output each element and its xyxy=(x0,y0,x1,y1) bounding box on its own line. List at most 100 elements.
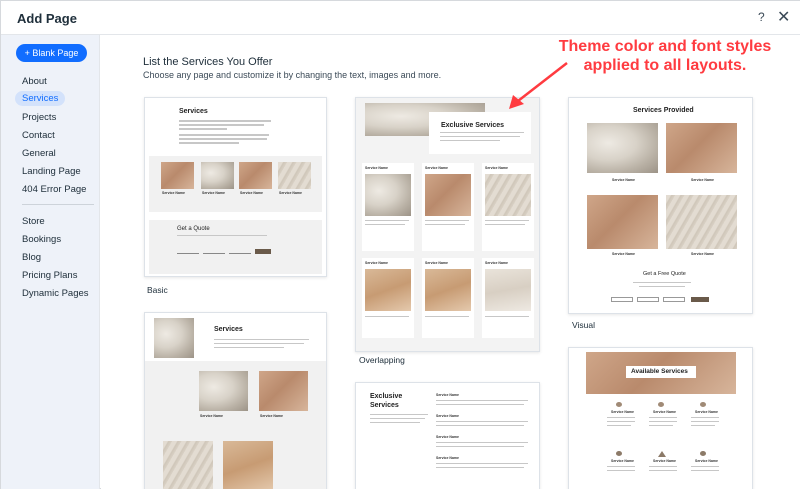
text-line xyxy=(370,414,428,415)
text-line xyxy=(607,470,635,471)
service-image xyxy=(223,441,273,489)
help-icon[interactable]: ? xyxy=(758,10,765,24)
template-label-visual[interactable]: Visual xyxy=(572,320,595,330)
text-line xyxy=(214,339,309,340)
text-line xyxy=(639,286,685,287)
quote-title: Get a Free Quote xyxy=(643,271,686,277)
service-image xyxy=(485,269,531,311)
text-line xyxy=(485,316,529,317)
sidebar-item-blog[interactable]: Blog xyxy=(15,250,48,265)
text-line xyxy=(649,470,677,471)
form-field xyxy=(229,253,251,254)
text-line xyxy=(607,417,635,418)
text-line xyxy=(633,282,691,283)
text-line xyxy=(691,470,719,471)
text-line xyxy=(607,466,635,467)
template-card-basic[interactable]: Services Service Name Service Name Servi… xyxy=(144,97,327,277)
text-line xyxy=(436,463,528,464)
quote-section xyxy=(149,220,322,274)
text-line xyxy=(691,466,719,467)
text-line xyxy=(179,134,269,136)
service-image xyxy=(239,162,272,189)
sidebar-item-contact[interactable]: Contact xyxy=(15,128,62,143)
service-image xyxy=(485,174,531,216)
template-title-line2: Services xyxy=(370,402,399,409)
template-card-visual[interactable]: Services Provided Service Name Service N… xyxy=(568,97,753,314)
service-name-caption: Service Name xyxy=(436,435,459,439)
service-name-caption: Service Name xyxy=(695,459,718,463)
service-name-caption: Service Name xyxy=(691,178,714,182)
service-name-caption: Service Name xyxy=(612,252,635,256)
service-icon xyxy=(700,451,706,456)
text-line xyxy=(436,400,528,401)
sidebar-item-bookings[interactable]: Bookings xyxy=(15,232,68,247)
service-name-caption: Service Name xyxy=(365,166,388,170)
sidebar-item-dynamic-pages[interactable]: Dynamic Pages xyxy=(15,286,96,301)
text-line xyxy=(607,425,631,426)
service-name-caption: Service Name xyxy=(695,410,718,414)
text-line xyxy=(436,446,524,447)
text-line xyxy=(691,425,715,426)
template-title: Available Services xyxy=(631,368,688,375)
service-name-caption: Service Name xyxy=(612,178,635,182)
blank-page-button[interactable]: + Blank Page xyxy=(16,44,87,62)
service-name-caption: Service Name xyxy=(425,261,448,265)
service-image xyxy=(666,195,737,249)
service-image xyxy=(161,162,194,189)
sidebar-item-404-error-page[interactable]: 404 Error Page xyxy=(15,182,93,197)
sidebar-item-landing-page[interactable]: Landing Page xyxy=(15,164,88,179)
text-line xyxy=(179,128,227,130)
text-line xyxy=(370,418,425,419)
text-line xyxy=(691,417,719,418)
annotation-line-2: applied to all layouts. xyxy=(583,57,747,74)
main-panel: List the Services You Offer Choose any p… xyxy=(101,35,800,489)
text-line xyxy=(440,132,524,133)
text-line xyxy=(436,467,524,468)
sidebar-item-services[interactable]: Services xyxy=(15,91,66,106)
form-field xyxy=(637,297,659,302)
text-line xyxy=(365,220,409,221)
service-name-caption: Service Name xyxy=(260,414,283,418)
service-image xyxy=(365,174,411,216)
service-name-caption: Service Name xyxy=(200,414,223,418)
template-card-overlapping[interactable]: Exclusive Services Service Name Service … xyxy=(355,97,540,352)
close-icon[interactable]: ✕ xyxy=(777,7,790,27)
sidebar-item-pricing-plans[interactable]: Pricing Plans xyxy=(15,268,84,283)
service-name-caption: Service Name xyxy=(436,414,459,418)
sidebar-item-projects[interactable]: Projects xyxy=(15,110,63,125)
service-icon xyxy=(658,451,666,457)
title-panel xyxy=(429,112,531,154)
sidebar-item-about[interactable]: About xyxy=(15,74,54,89)
annotation-line-1: Theme color and font styles xyxy=(558,38,772,55)
text-line xyxy=(436,421,528,422)
text-line xyxy=(370,422,420,423)
service-name-caption: Service Name xyxy=(611,459,634,463)
text-line xyxy=(440,136,520,137)
service-name-caption: Service Name xyxy=(485,261,508,265)
service-image xyxy=(259,371,308,411)
text-line xyxy=(365,224,405,225)
text-line xyxy=(177,235,267,236)
text-line xyxy=(436,442,528,443)
sidebar-item-store[interactable]: Store xyxy=(15,214,52,229)
service-name-caption: Service Name xyxy=(425,166,448,170)
template-label-basic[interactable]: Basic xyxy=(147,285,168,295)
sidebar-item-general[interactable]: General xyxy=(15,146,63,161)
service-name-caption: Service Name xyxy=(202,191,225,195)
text-line xyxy=(214,347,284,348)
service-name-caption: Service Name xyxy=(365,261,388,265)
form-field xyxy=(663,297,685,302)
text-line xyxy=(436,425,524,426)
quote-title: Get a Quote xyxy=(177,226,210,232)
service-name-caption: Service Name xyxy=(279,191,302,195)
dialog-title: Add Page xyxy=(17,11,77,26)
template-label-overlapping[interactable]: Overlapping xyxy=(359,355,405,365)
service-name-caption: Service Name xyxy=(653,459,676,463)
service-image xyxy=(587,123,658,173)
service-image xyxy=(587,195,658,249)
service-image xyxy=(201,162,234,189)
service-icon xyxy=(616,402,622,407)
template-card-services-split[interactable]: Services Service Name Service Name xyxy=(144,312,327,489)
template-card-exclusive-list[interactable]: Exclusive Services Service Name Service … xyxy=(355,382,540,489)
template-card-available-services[interactable]: Available Services Service Name Service … xyxy=(568,347,753,489)
